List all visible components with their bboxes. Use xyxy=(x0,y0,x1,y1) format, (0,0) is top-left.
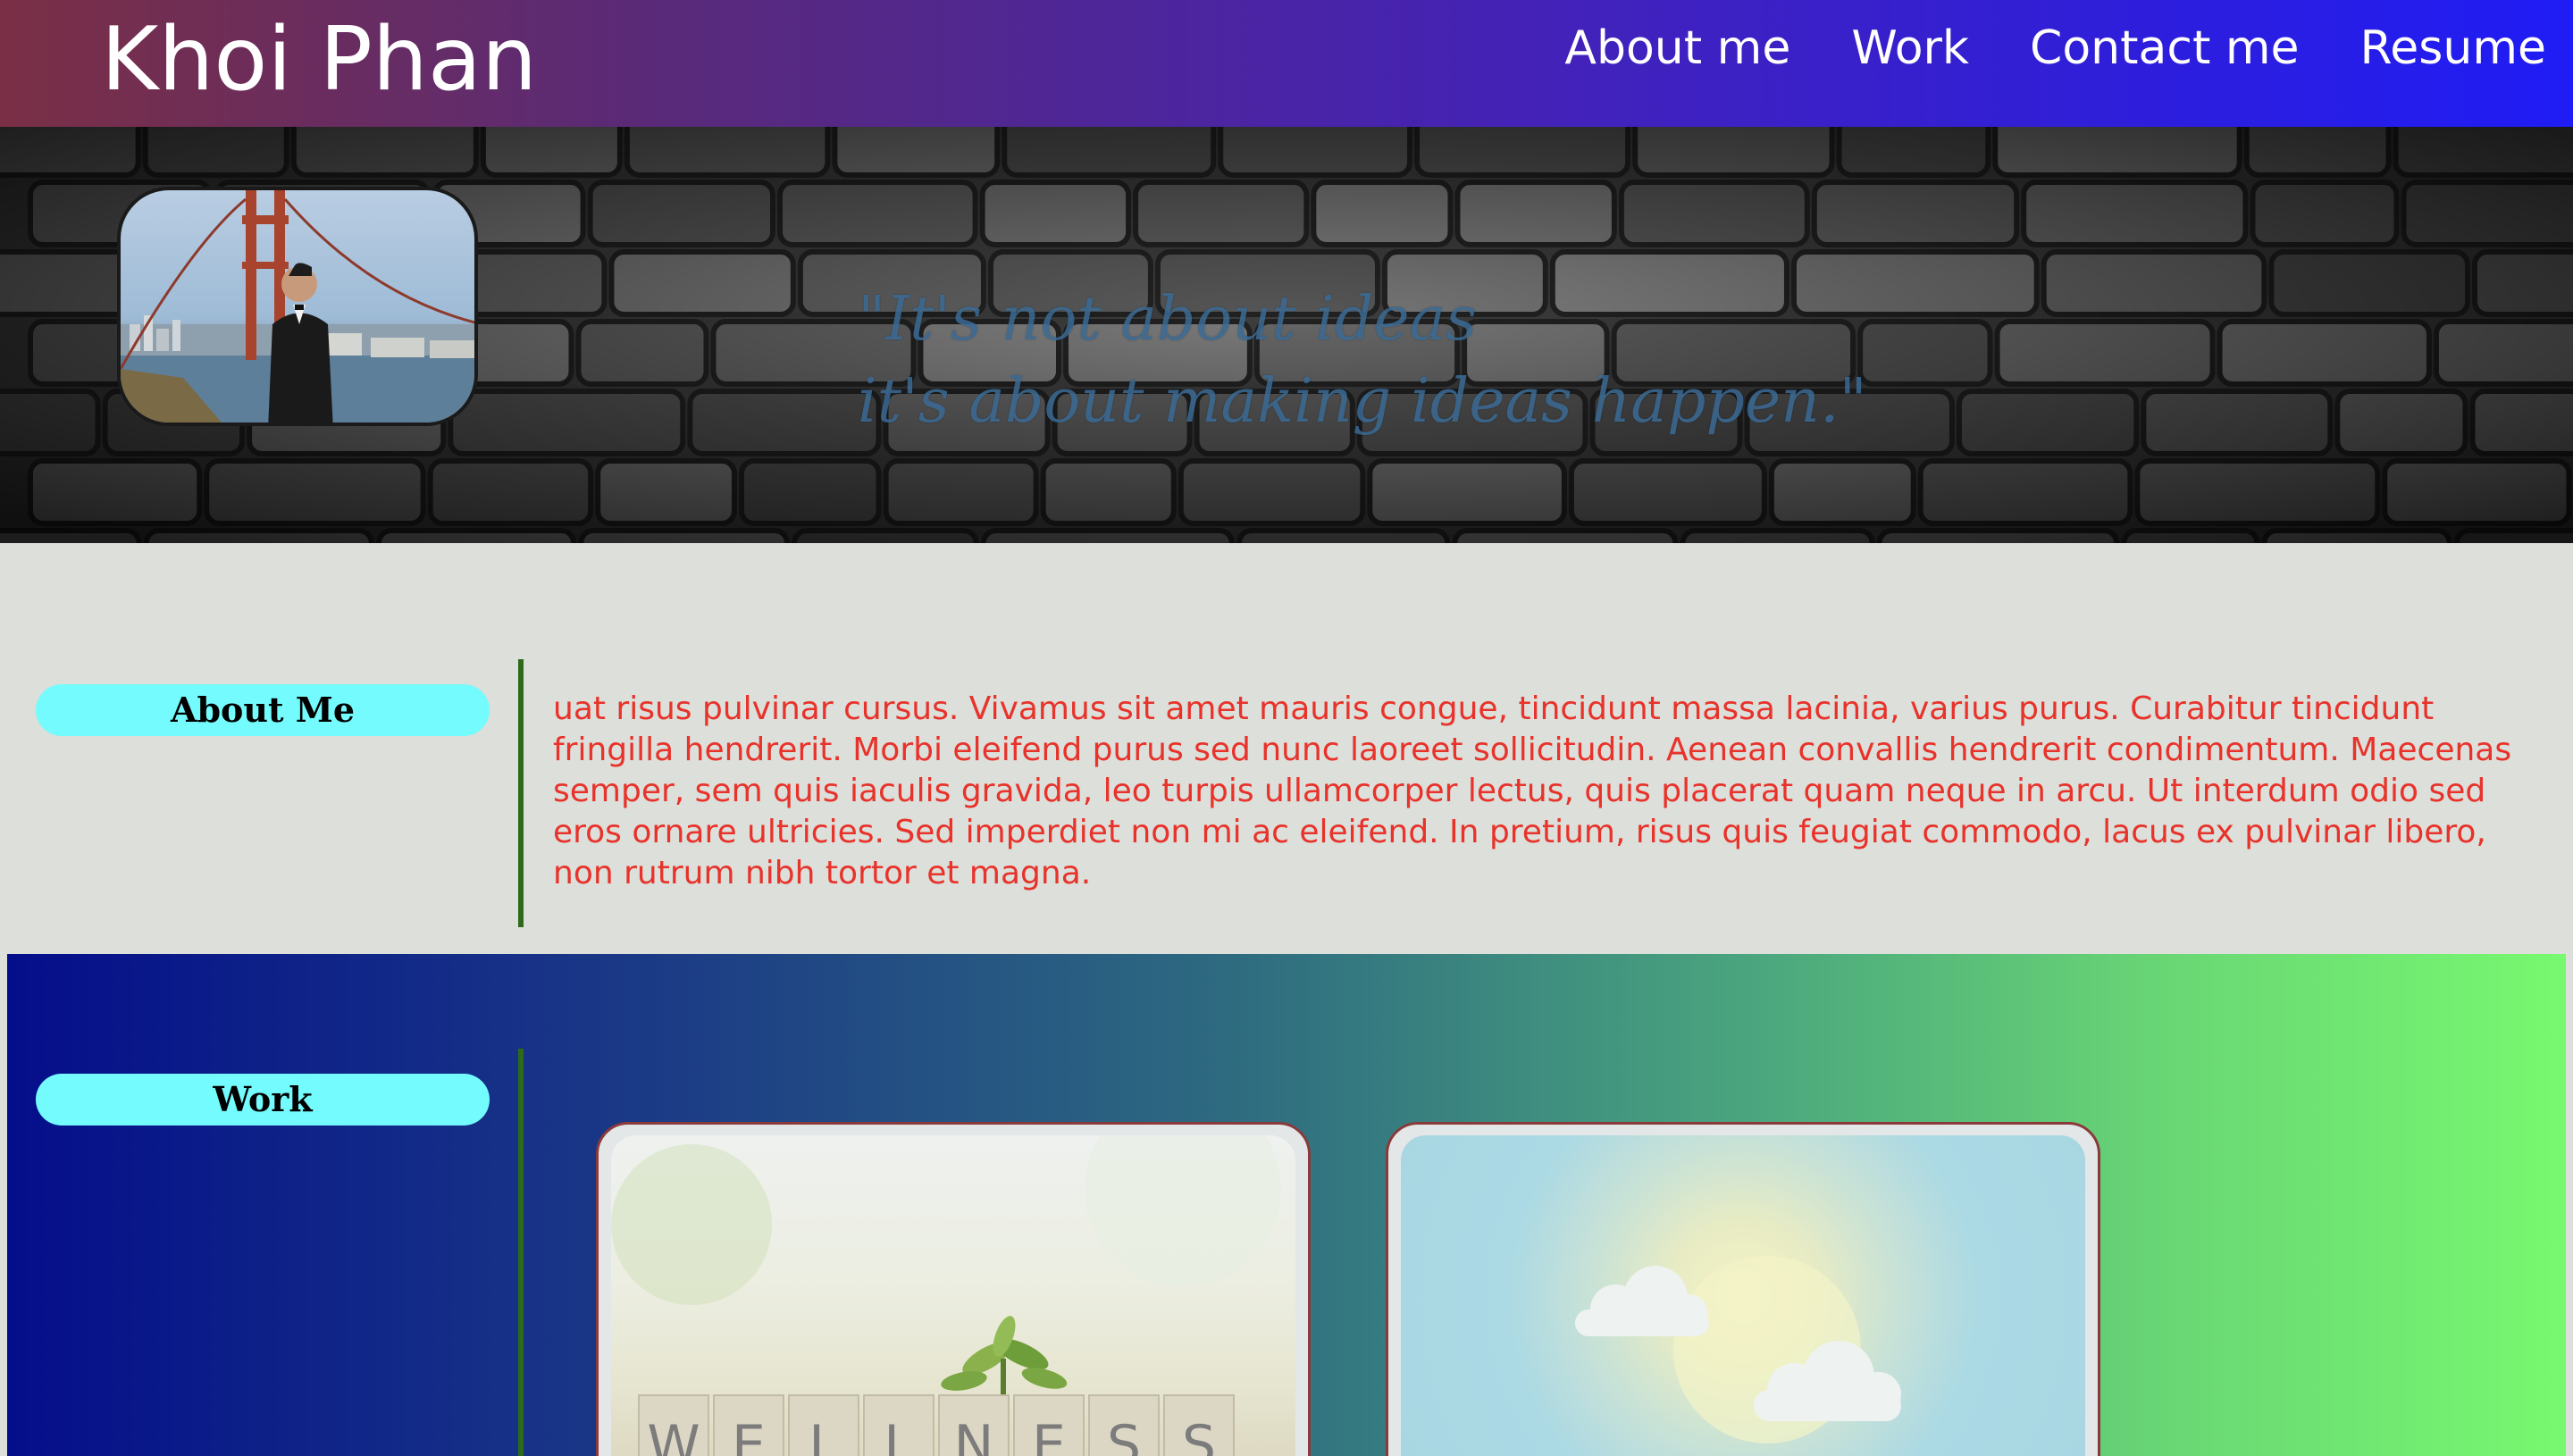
work-section: Work WELL NESS xyxy=(7,954,2566,1456)
weather-image xyxy=(1401,1135,2085,1456)
nav-contact-me[interactable]: Contact me xyxy=(2030,20,2300,77)
hero-quote: "It's not about ideas it's about making … xyxy=(858,279,1867,443)
wellness-image: WELL NESS xyxy=(611,1135,1295,1456)
hero-banner: "It's not about ideas it's about making … xyxy=(0,127,2573,543)
work-card-weather[interactable] xyxy=(1386,1122,2100,1456)
nav-about-me[interactable]: About me xyxy=(1564,20,1790,77)
about-heading: About Me xyxy=(36,684,490,736)
about-section: About Me uat risus pulvinar cursus. Viva… xyxy=(0,543,2573,954)
work-heading: Work xyxy=(36,1074,490,1125)
work-card-wellness[interactable]: WELL NESS xyxy=(596,1122,1311,1456)
work-divider xyxy=(518,1049,524,1456)
site-title[interactable]: Khoi Phan xyxy=(101,12,537,109)
site-header: Khoi Phan About me Work Contact me Resum… xyxy=(0,0,2573,127)
quote-line-2: it's about making ideas happen." xyxy=(858,366,1867,437)
main-nav: About me Work Contact me Resume xyxy=(1564,20,2546,77)
nav-resume[interactable]: Resume xyxy=(2360,20,2546,77)
quote-line-1: "It's not about ideas xyxy=(858,284,1478,355)
wellness-letter-tiles: WELL NESS xyxy=(638,1394,1235,1456)
profile-photo xyxy=(117,187,478,426)
about-text: uat risus pulvinar cursus. Vivamus sit a… xyxy=(553,690,2512,891)
about-divider xyxy=(518,659,524,927)
nav-work[interactable]: Work xyxy=(1851,20,1969,77)
